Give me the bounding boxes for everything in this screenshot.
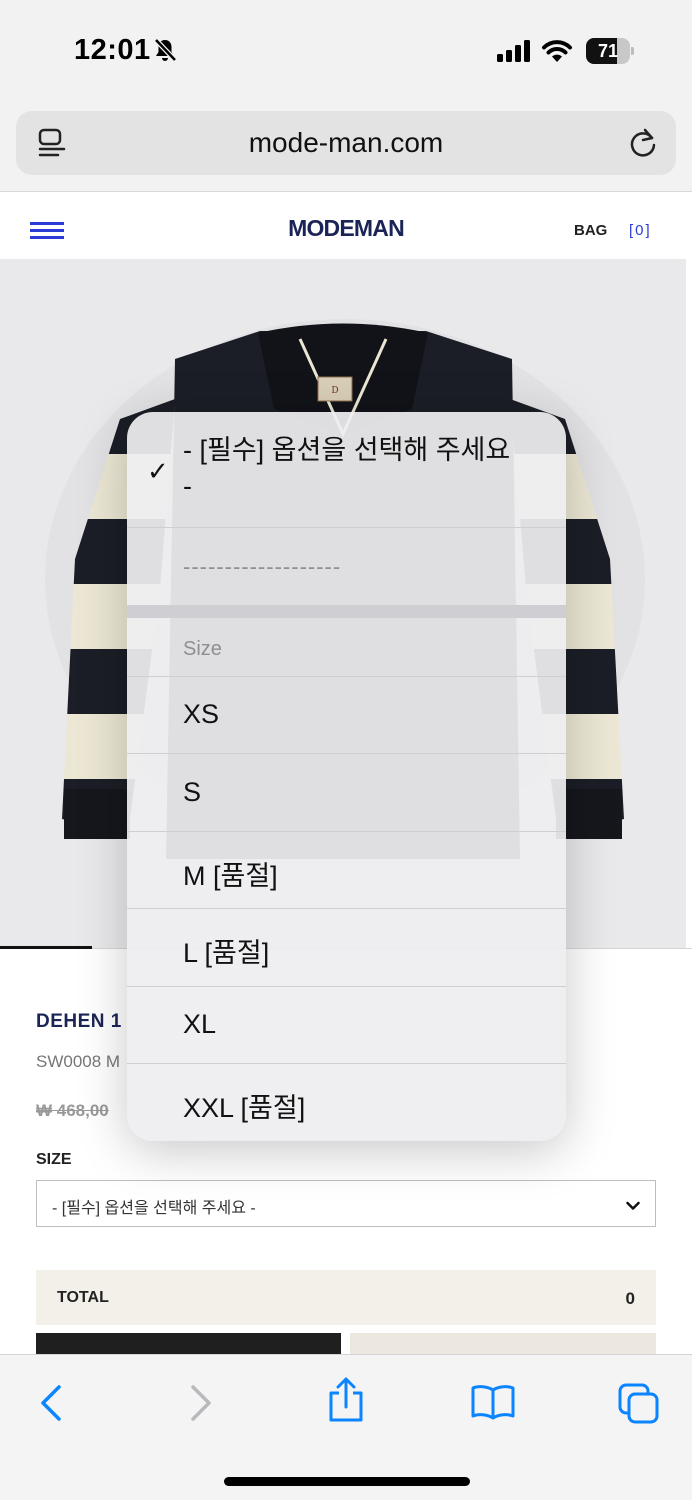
checkmark-icon: ✓: [147, 456, 169, 486]
picker-option-label: XL: [183, 1009, 217, 1039]
cellular-signal-icon: [497, 40, 531, 67]
share-icon[interactable]: [326, 1377, 366, 1428]
picker-option-l[interactable]: L [품절]: [127, 909, 566, 987]
picker-group-separator: [127, 605, 566, 618]
bookmarks-book-icon[interactable]: [470, 1383, 516, 1426]
picker-option-separator[interactable]: -------------------: [127, 528, 566, 605]
picker-option-label: S: [183, 777, 202, 807]
size-option-picker[interactable]: ✓ - [필수] 옵션을 선택해 주세요 - -----------------…: [127, 412, 566, 1141]
status-time: 12:01: [74, 34, 151, 66]
battery-level: 71: [597, 41, 619, 61]
total-label: TOTAL: [57, 1289, 109, 1306]
reload-icon[interactable]: [628, 127, 658, 164]
tabs-icon[interactable]: [618, 1383, 660, 1430]
bell-slash-icon: [152, 37, 178, 68]
browser-address-area: mode-man.com: [0, 100, 692, 192]
status-bar: 12:01 71: [0, 0, 692, 100]
address-bar[interactable]: mode-man.com: [16, 111, 676, 175]
bag-link[interactable]: BAG: [574, 222, 607, 239]
total-value: 0: [625, 1289, 635, 1308]
home-indicator: [224, 1477, 470, 1486]
battery-icon: 71: [586, 38, 634, 64]
reader-mode-icon[interactable]: [38, 128, 66, 165]
picker-option-label: XS: [183, 699, 220, 729]
site-header: MODEMAN BAG [0]: [0, 193, 692, 259]
size-select[interactable]: - [필수] 옵션을 선택해 주세요 -: [36, 1180, 656, 1227]
picker-option-placeholder[interactable]: ✓ - [필수] 옵션을 선택해 주세요 -: [127, 412, 566, 528]
picker-option-label: M [품절]: [183, 861, 278, 891]
product-original-price: ₩ 468,00: [36, 1101, 109, 1120]
product-name: DEHEN 1: [36, 1011, 122, 1032]
picker-option-xl[interactable]: XL: [127, 987, 566, 1064]
url-text[interactable]: mode-man.com: [16, 111, 676, 175]
picker-option-xs[interactable]: XS: [127, 677, 566, 754]
size-label: SIZE: [36, 1151, 72, 1168]
picker-group-header: Size: [183, 638, 222, 660]
picker-option-placeholder-label: - [필수] 옵션을 선택해 주세요 -: [183, 435, 511, 501]
svg-text:D: D: [331, 386, 338, 396]
picker-option-m[interactable]: M [품절]: [127, 832, 566, 909]
bag-count[interactable]: [0]: [629, 222, 652, 239]
product-code: SW0008 M: [36, 1052, 121, 1071]
picker-option-label: L [품절]: [183, 938, 270, 968]
size-select-value: - [필수] 옵션을 선택해 주세요 -: [52, 1200, 256, 1217]
back-chevron-icon[interactable]: [38, 1383, 64, 1428]
picker-option-label: XXL [품절]: [183, 1093, 306, 1123]
chevron-down-icon: [626, 1198, 640, 1216]
image-slide-indicator: [0, 946, 92, 949]
picker-option-separator-label: -------------------: [183, 554, 342, 579]
picker-option-xxl[interactable]: XXL [품절]: [127, 1064, 566, 1141]
forward-chevron-icon[interactable]: [188, 1383, 214, 1428]
picker-option-s[interactable]: S: [127, 754, 566, 832]
total-box: TOTAL 0: [36, 1270, 656, 1325]
wifi-icon: [541, 38, 573, 67]
